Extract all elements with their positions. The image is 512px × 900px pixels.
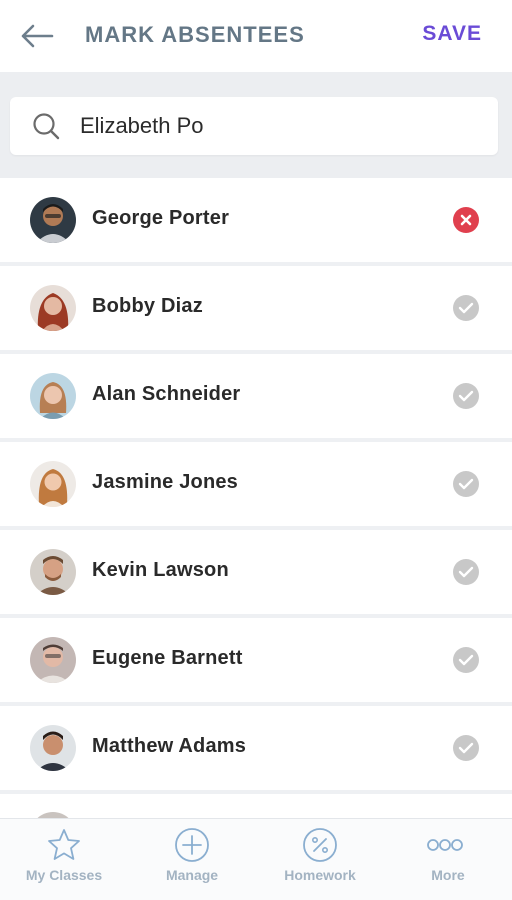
avatar bbox=[30, 725, 76, 771]
top-bar: MARK ABSENTEES SAVE bbox=[0, 0, 512, 72]
present-status-icon[interactable] bbox=[453, 647, 479, 673]
present-status-icon[interactable] bbox=[453, 383, 479, 409]
student-name: Bobby Diaz bbox=[92, 295, 203, 317]
save-button[interactable]: SAVE bbox=[422, 22, 482, 46]
avatar bbox=[30, 637, 76, 683]
search-box bbox=[10, 97, 498, 155]
avatar bbox=[30, 461, 76, 507]
avatar bbox=[30, 197, 76, 243]
tab-manage[interactable]: Manage bbox=[128, 819, 256, 900]
tab-label: Manage bbox=[165, 867, 219, 883]
student-row[interactable]: Kevin Lawson bbox=[0, 530, 512, 614]
student-name: Jasmine Jones bbox=[92, 471, 239, 493]
search-area bbox=[0, 72, 512, 178]
back-button[interactable] bbox=[20, 22, 54, 50]
present-status-icon[interactable] bbox=[453, 295, 479, 321]
search-icon bbox=[33, 113, 60, 140]
avatar bbox=[30, 549, 76, 595]
student-name: Matthew Adams bbox=[92, 735, 247, 757]
student-list: George Porter Bobby Diaz Alan Schneider … bbox=[0, 178, 512, 794]
tab-label: My Classes bbox=[25, 867, 103, 883]
tab-label: More bbox=[431, 867, 465, 883]
student-row-partial[interactable] bbox=[0, 794, 512, 858]
student-row[interactable]: Bobby Diaz bbox=[0, 266, 512, 350]
absent-status-icon[interactable] bbox=[453, 207, 479, 233]
more-dots-icon bbox=[427, 839, 463, 851]
present-status-icon[interactable] bbox=[453, 735, 479, 761]
student-row[interactable]: Eugene Barnett bbox=[0, 618, 512, 702]
student-row[interactable]: Alan Schneider bbox=[0, 354, 512, 438]
plus-circle-icon bbox=[175, 828, 209, 862]
tab-label: Homework bbox=[284, 867, 356, 883]
tab-my-classes[interactable]: My Classes bbox=[0, 819, 128, 900]
search-input[interactable] bbox=[80, 97, 480, 155]
present-status-icon[interactable] bbox=[453, 559, 479, 585]
avatar bbox=[30, 285, 76, 331]
student-name: Eugene Barnett bbox=[92, 647, 243, 669]
tab-homework[interactable]: Homework bbox=[256, 819, 384, 900]
student-name: Kevin Lawson bbox=[92, 559, 229, 581]
star-icon bbox=[48, 829, 80, 860]
tab-more[interactable]: More bbox=[384, 819, 512, 900]
page-title: MARK ABSENTEES bbox=[85, 22, 305, 47]
avatar bbox=[30, 373, 76, 419]
student-row[interactable]: George Porter bbox=[0, 178, 512, 262]
student-name: George Porter bbox=[92, 207, 230, 229]
student-row[interactable]: Jasmine Jones bbox=[0, 442, 512, 526]
percent-circle-icon bbox=[303, 828, 337, 862]
student-row[interactable]: Matthew Adams bbox=[0, 706, 512, 790]
bottom-tab-bar: My Classes Manage Homework More bbox=[0, 818, 512, 900]
arrow-left-icon bbox=[21, 24, 54, 48]
present-status-icon[interactable] bbox=[453, 471, 479, 497]
student-name: Alan Schneider bbox=[92, 383, 241, 405]
